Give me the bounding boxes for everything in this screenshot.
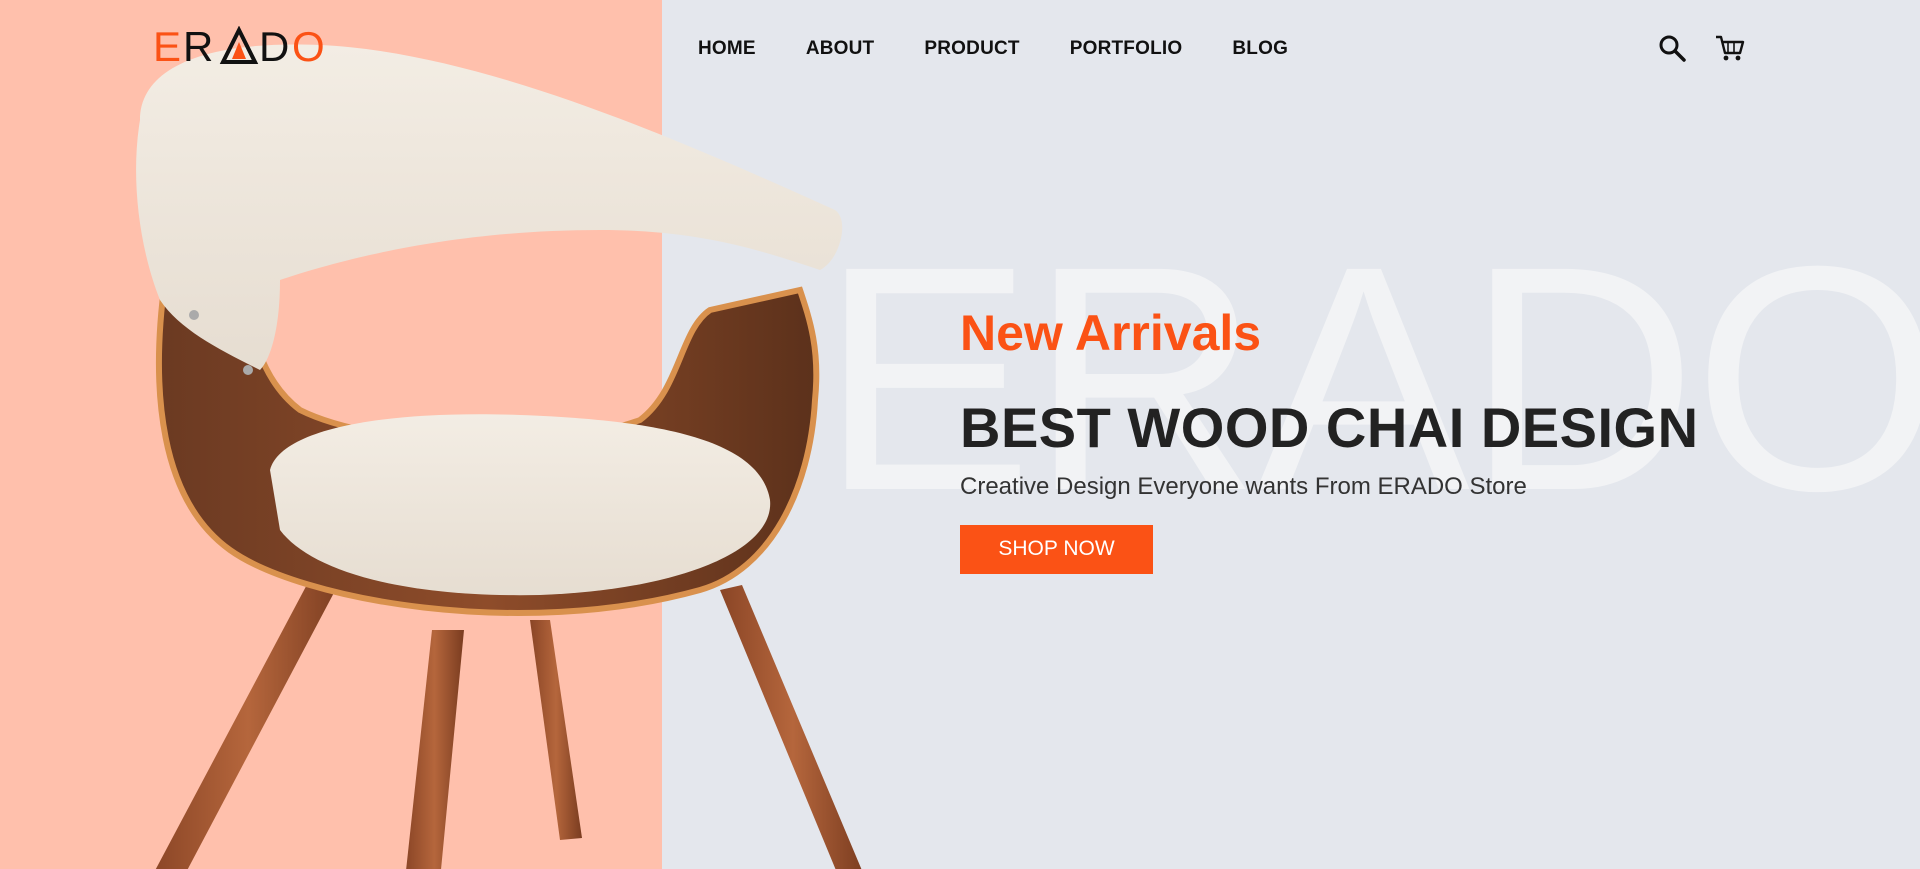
chair-image <box>136 44 862 869</box>
nav-item-portfolio[interactable]: PORTFOLIO <box>1070 38 1183 60</box>
search-icon <box>1659 35 1686 62</box>
nav-item-about[interactable]: ABOUT <box>806 38 875 60</box>
svg-text:E: E <box>153 26 182 66</box>
shop-now-button[interactable]: SHOP NOW <box>960 524 1153 574</box>
nav-item-blog[interactable]: BLOG <box>1232 38 1288 60</box>
hero-page: ERADO E R D O HOME ABOUT PRODUCT PORTFOL… <box>0 0 1920 869</box>
svg-text:R: R <box>183 26 214 66</box>
svg-text:O: O <box>292 26 326 66</box>
nav-item-home[interactable]: HOME <box>698 38 756 60</box>
header-actions <box>1656 32 1746 64</box>
search-button[interactable] <box>1656 32 1688 64</box>
hero-subtitle: Creative Design Everyone wants From ERAD… <box>960 472 1527 500</box>
cart-icon <box>1716 35 1745 61</box>
svg-text:D: D <box>259 26 290 66</box>
hero-content: New Arrivals BEST WOOD CHAI DESIGN Creat… <box>960 306 1699 574</box>
nav-item-product[interactable]: PRODUCT <box>924 38 1019 60</box>
cart-button[interactable] <box>1714 32 1746 64</box>
hero-title: BEST WOOD CHAI DESIGN <box>960 396 1699 459</box>
main-nav: HOME ABOUT PRODUCT PORTFOLIO BLOG <box>698 38 1338 60</box>
logo-wordmark: E R D O <box>153 26 326 66</box>
brand-logo[interactable]: E R D O <box>153 26 341 66</box>
hero-eyebrow: New Arrivals <box>960 305 1262 361</box>
